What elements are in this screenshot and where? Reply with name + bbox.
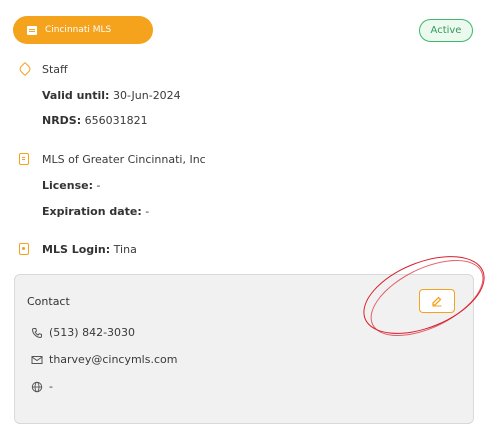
mls-badge-label: Cincinnati MLS xyxy=(45,25,112,35)
nrds-row: NRDS: 656031821 xyxy=(42,114,148,127)
expiration-row: Expiration date: - xyxy=(42,205,149,218)
mls-login-value: Tina xyxy=(113,243,137,256)
id-card-icon xyxy=(27,25,37,35)
contact-card: Contact (513) 842-3030 tharvey@cincymls.… xyxy=(14,274,474,424)
nrds-value: 656031821 xyxy=(84,114,148,127)
phone-icon xyxy=(31,327,42,338)
organization-name: MLS of Greater Cincinnati, Inc xyxy=(42,153,206,166)
membership-type: Staff xyxy=(42,63,68,76)
valid-until-row: Valid until: 30-Jun-2024 xyxy=(42,89,181,102)
tag-icon xyxy=(17,61,33,77)
phone-row: (513) 842-3030 xyxy=(31,326,135,339)
mls-login-row: MLS Login: Tina xyxy=(42,243,137,256)
edit-icon xyxy=(432,296,442,307)
license-row: License: - xyxy=(42,179,100,192)
globe-icon xyxy=(31,381,43,392)
document-icon xyxy=(19,153,29,165)
license-label: License: xyxy=(42,179,93,192)
mls-badge: Cincinnati MLS xyxy=(13,16,153,44)
phone-value: (513) 842-3030 xyxy=(49,326,136,339)
email-value[interactable]: tharvey@cincymls.com xyxy=(49,353,177,366)
mail-icon xyxy=(31,355,43,364)
expiration-label: Expiration date: xyxy=(42,205,142,218)
contact-title: Contact xyxy=(27,295,70,308)
edit-contact-button[interactable] xyxy=(419,289,455,313)
website-row: - xyxy=(31,380,53,393)
mls-login-label: MLS Login: xyxy=(42,243,111,256)
valid-until-value: 30-Jun-2024 xyxy=(112,89,181,102)
status-badge: Active xyxy=(419,19,473,42)
nrds-label: NRDS: xyxy=(42,114,82,127)
website-value: - xyxy=(49,380,53,393)
login-icon xyxy=(19,243,29,255)
email-row: tharvey@cincymls.com xyxy=(31,353,177,366)
valid-until-label: Valid until: xyxy=(42,89,110,102)
expiration-value: - xyxy=(145,205,150,218)
license-value: - xyxy=(96,179,101,192)
